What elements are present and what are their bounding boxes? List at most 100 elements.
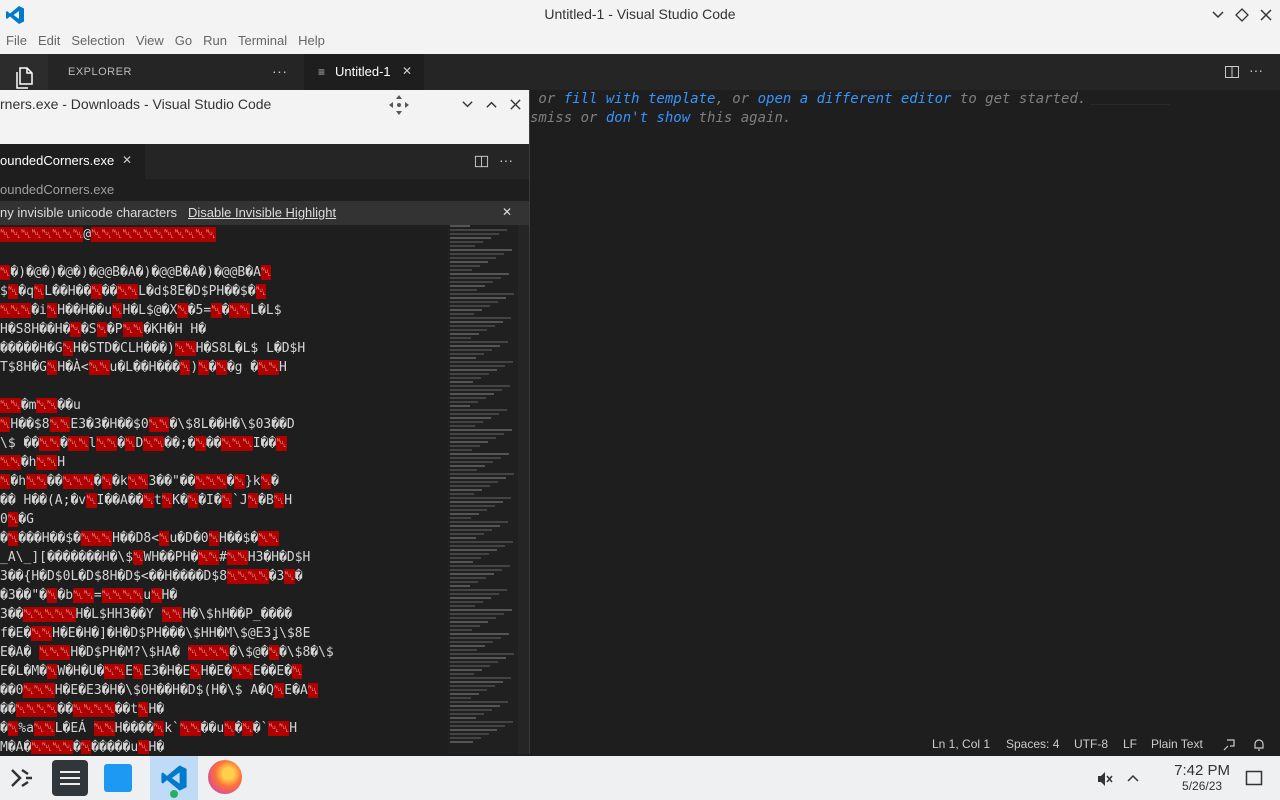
hint-text: to get started. <box>951 91 1087 107</box>
cursor-position[interactable]: Ln 1, Col 1 <box>932 737 990 751</box>
code-line: $␀�q␀L��H��␀��␀␀L�d$8E�D$PH��$�␀ <box>0 284 266 299</box>
move-icon[interactable] <box>388 94 410 116</box>
menu-run[interactable]: Run <box>197 30 232 48</box>
minimap-line <box>450 581 478 583</box>
minimap-line <box>450 573 494 575</box>
minimap-line <box>450 513 479 515</box>
indentation[interactable]: Spaces: 4 <box>1006 737 1059 751</box>
dont-show-link[interactable]: don't show <box>606 110 690 126</box>
minimap-line <box>450 357 476 359</box>
menu-terminal[interactable]: Terminal <box>232 30 292 48</box>
minimap-line <box>450 429 512 431</box>
vscode-logo-icon <box>161 765 187 791</box>
tab-close-icon[interactable]: ✕ <box>402 64 412 78</box>
editor-more-icon[interactable]: ··· <box>499 152 513 168</box>
minimap-line <box>450 437 496 439</box>
feedback-icon[interactable] <box>1222 738 1236 752</box>
minimap-line <box>450 665 490 667</box>
minimap-line <box>450 673 474 675</box>
volume-muted-icon[interactable] <box>1096 770 1114 788</box>
minimap-line <box>450 649 477 651</box>
minimap[interactable] <box>448 225 518 754</box>
minimap-line <box>450 713 484 715</box>
restore-icon[interactable] <box>1235 8 1249 22</box>
menu-edit[interactable]: Edit <box>32 30 65 48</box>
second-vscode-window[interactable]: rners.exe - Downloads - Visual Studio Co… <box>0 90 530 754</box>
minimap-line <box>450 405 470 407</box>
minimap-line <box>450 629 472 631</box>
firefox-icon[interactable] <box>208 760 242 794</box>
chevron-down-icon[interactable] <box>461 98 474 111</box>
code-line: ␀␀�h␀␀H <box>0 455 66 470</box>
language-mode[interactable]: Plain Text <box>1151 737 1203 751</box>
banner-close-icon[interactable]: ✕ <box>502 205 512 219</box>
minimap-line <box>450 705 500 707</box>
chevron-up-icon[interactable] <box>1126 771 1140 785</box>
editor-area[interactable]: or fill with template, or open a differe… <box>530 90 1280 734</box>
app-launcher-icon[interactable] <box>4 760 40 796</box>
show-desktop-icon[interactable] <box>1245 769 1263 787</box>
code-line: _A\_][�������H�\$␀WH��PH�␀␀#␀␀H3�H�D$H <box>0 550 311 565</box>
minimap-line <box>450 233 499 235</box>
minimap-line <box>450 229 507 231</box>
open-editor-link[interactable]: open a different editor <box>758 91 952 107</box>
minimap-line <box>450 521 508 523</box>
minimap-line <box>450 549 497 551</box>
system-settings-icon[interactable] <box>52 760 88 796</box>
minimap-line <box>450 377 481 379</box>
split-editor-icon[interactable] <box>1224 64 1240 80</box>
menu-selection[interactable]: Selection <box>65 30 129 48</box>
menu-view[interactable]: View <box>130 30 169 48</box>
chevron-down-icon[interactable] <box>1211 8 1225 22</box>
minimap-line <box>450 633 509 635</box>
minimap-line <box>450 605 475 607</box>
bell-icon[interactable] <box>1252 738 1266 752</box>
code-line: �� H��(A;�v␀I��A��␀t␀K�␀�I�␀`J␀�B␀H <box>0 493 293 508</box>
code-line: �3��"�␀�b␀␀=␀␀␀␀u␀H� <box>0 588 178 603</box>
clock[interactable]: 7:42 PM 5/26/23 <box>1174 762 1230 793</box>
maximize-icon[interactable] <box>485 98 498 111</box>
explorer-icon[interactable] <box>12 66 36 90</box>
minimap-line <box>450 253 504 255</box>
second-window-title-bar[interactable]: rners.exe - Downloads - Visual Studio Co… <box>0 90 529 119</box>
minimap-line <box>450 449 472 451</box>
menu-file[interactable]: File <box>0 30 32 48</box>
code-line: f�E�␀␀H�E�H�]�H�D$PH���\$HH�M\$@E3ʝ\$8E <box>0 626 311 641</box>
close-icon[interactable] <box>509 98 522 111</box>
editor-more-icon[interactable]: ··· <box>1249 62 1263 78</box>
scrollbar[interactable] <box>518 225 529 754</box>
fill-template-link[interactable]: fill with template <box>564 91 716 107</box>
end-of-line[interactable]: LF <box>1123 737 1137 751</box>
minimap-line <box>450 553 489 555</box>
binary-code-view[interactable]: ␀␀␀␀␀␀␀␀@␀␀␀␀␀␀␀␀␀␀␀␀ ␀�)�@�)�@�)�@@B�A�)… <box>0 225 448 754</box>
minimap-line <box>450 709 492 711</box>
minimap-line <box>450 625 480 627</box>
breadcrumb-file[interactable]: oundedCorners.exe <box>0 182 114 197</box>
minimap-line <box>450 441 488 443</box>
store-icon[interactable] <box>104 764 132 792</box>
split-editor-icon[interactable] <box>474 154 489 169</box>
file-icon: ≡ <box>318 65 326 79</box>
minimap-line <box>450 333 479 335</box>
tab-untitled-1[interactable]: ≡ Untitled-1 ✕ <box>304 54 424 90</box>
menu-go[interactable]: Go <box>169 30 197 48</box>
menu-help[interactable]: Help <box>292 30 330 48</box>
minimap-line <box>450 329 487 331</box>
code-line: ␀�h␀␀��␀␀␀�␀�k␀␀3��"��␀␀␀�␀}k␀� <box>0 474 279 489</box>
disable-highlight-link[interactable]: Disable Invisible Highlight <box>188 205 336 220</box>
sidebar-more-button[interactable]: ··· <box>272 63 288 79</box>
sidebar-header: EXPLORER ··· <box>48 54 304 90</box>
close-icon[interactable] <box>1259 8 1273 22</box>
code-line: E�L�M�␀W�H�U�␀␀E␀E3�H�E␀H�E�␀␀E��E�␀ <box>0 664 303 679</box>
code-line: M�A�␀␀␀␀�␀�����u␀H� <box>0 740 165 754</box>
minimap-line <box>450 609 512 611</box>
vscode-task-icon[interactable] <box>150 756 198 800</box>
minimap-line <box>450 545 505 547</box>
encoding[interactable]: UTF-8 <box>1074 737 1108 751</box>
tab-roundedcorners-exe[interactable]: oundedCorners.exe ✕ <box>0 144 145 179</box>
code-line: ��␀␀␀␀��␀␀␀␀��t␀H� <box>0 702 165 717</box>
minimap-line <box>450 485 490 487</box>
tab-close-icon[interactable]: ✕ <box>122 153 132 167</box>
